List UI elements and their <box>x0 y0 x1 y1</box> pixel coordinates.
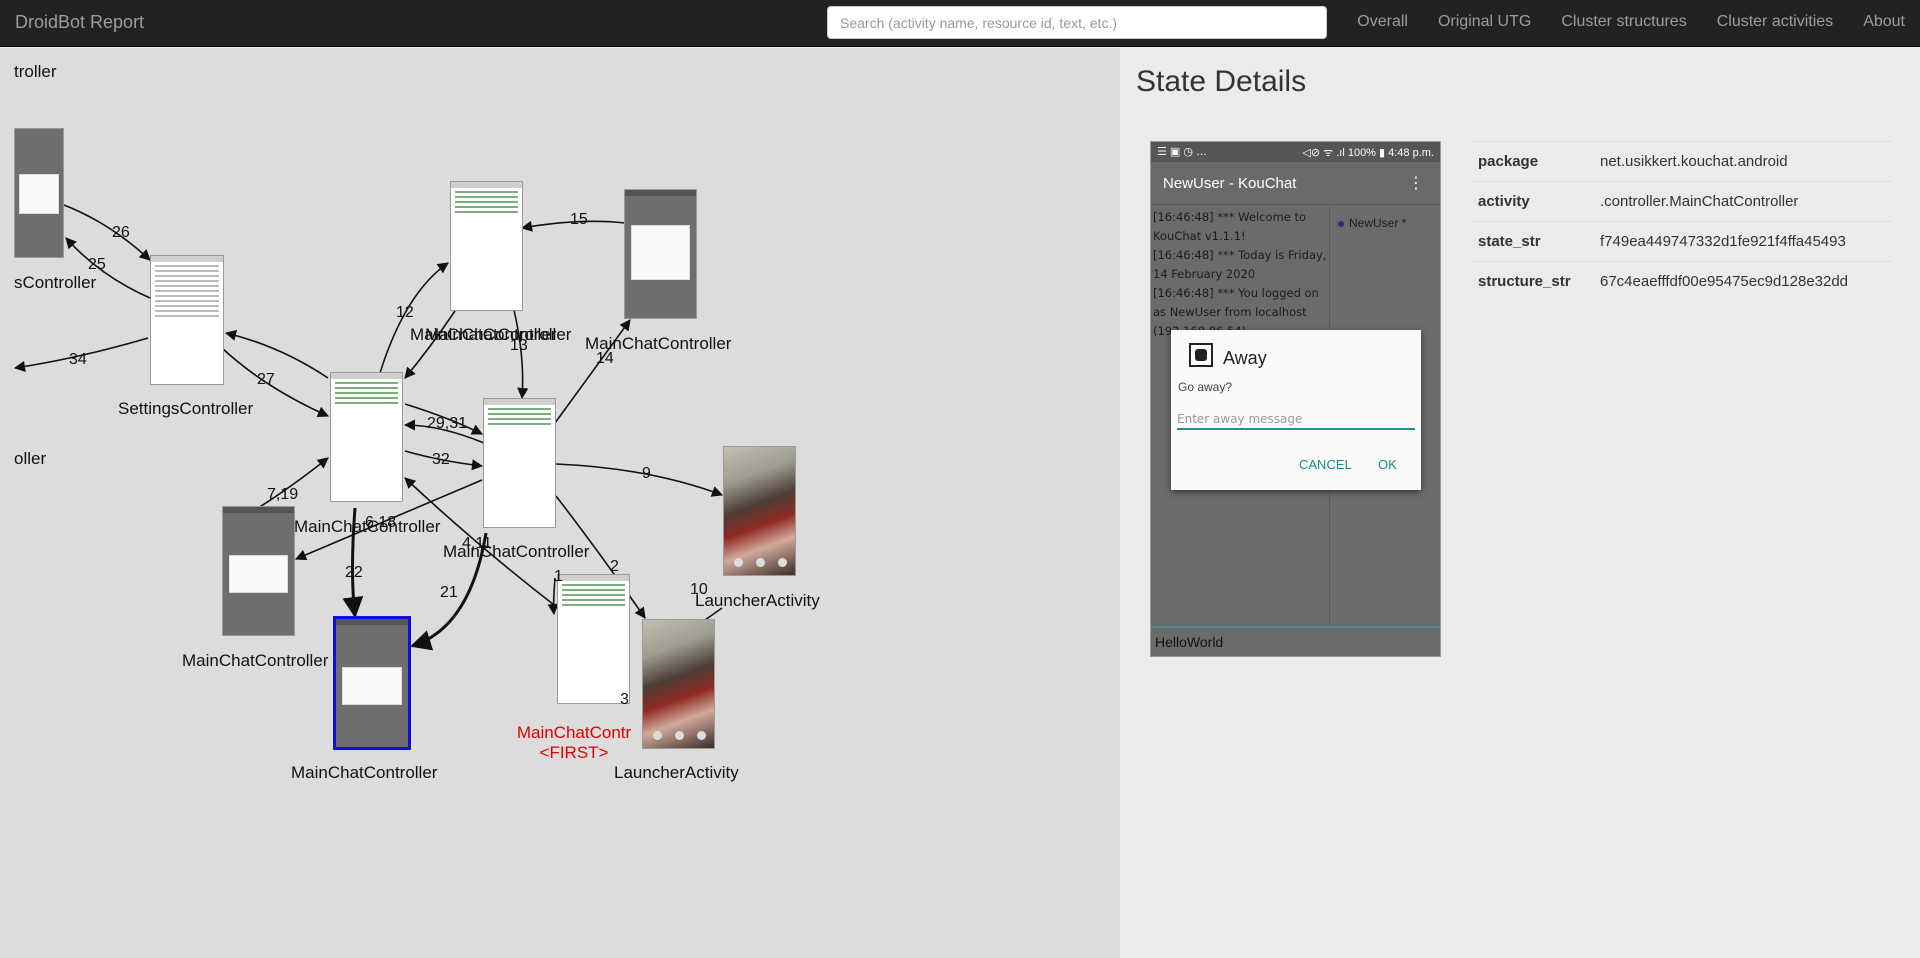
status-icons-left: ☰ ▣ ◷ … <box>1157 146 1208 158</box>
node-screenshot-topleft[interactable] <box>14 128 64 258</box>
edge-label: 7,19 <box>267 486 299 503</box>
edge-label: 1 <box>554 568 563 585</box>
edge-label: 3 <box>620 691 629 708</box>
chat-line: [16:46:48] *** Welcome to <box>1153 210 1306 224</box>
property-key: package <box>1472 141 1594 182</box>
brand-title[interactable]: DroidBot Report <box>15 12 144 33</box>
state-details-panel: State Details ☰ ▣ ◷ … ◁⊘ ᯤ .ıl 100% ▮ 4:… <box>1120 48 1920 958</box>
edge-label: 10 <box>690 581 708 598</box>
chat-line: [16:46:48] *** You logged on <box>1153 286 1319 300</box>
edge-label: 32 <box>432 451 450 468</box>
chat-input-field: HelloWorld <box>1151 626 1440 656</box>
dialog-message: Go away? <box>1178 380 1233 394</box>
edge-label: 29,31 <box>427 415 468 432</box>
state-screenshot: ☰ ▣ ◷ … ◁⊘ ᯤ .ıl 100% ▮ 4:48 p.m. NewUse… <box>1150 141 1441 657</box>
node-label-settings: SettingsController <box>118 399 254 418</box>
node-screenshot-first[interactable] <box>557 574 630 704</box>
node-screenshot-main-top-right[interactable] <box>624 189 697 319</box>
edge-12 <box>379 262 449 374</box>
nav-about[interactable]: About <box>1848 0 1920 47</box>
search-input[interactable] <box>827 6 1327 39</box>
edge-label: 34 <box>69 351 87 368</box>
utg-graph-canvas[interactable]: troller sController oller SettingsContro… <box>0 48 1120 958</box>
edge-label: 26 <box>112 224 130 241</box>
property-value: f749ea449747332d1fe921f4ffa45493 <box>1594 221 1892 262</box>
edge-label: 13 <box>510 337 528 354</box>
node-label-launcher-right: LauncherActivity <box>695 591 820 610</box>
chat-log: [16:46:48] *** Welcome to KouChat v1.1.1… <box>1151 206 1329 343</box>
property-key: state_str <box>1472 221 1594 262</box>
nav-overall[interactable]: Overall <box>1342 0 1423 47</box>
edge-label: 2 <box>610 558 619 575</box>
dialog-ok-button: OK <box>1378 457 1397 472</box>
property-row: activity .controller.MainChatController <box>1472 181 1892 222</box>
edge-settings-back <box>224 329 329 379</box>
node-label-first: MainChatContr <FIRST> <box>505 723 643 763</box>
status-icons-right: ◁⊘ ᯤ .ıl 100% ▮ 4:48 p.m. <box>1302 147 1434 159</box>
node-label-top-left: troller <box>14 62 57 81</box>
edge-9 <box>555 463 724 497</box>
edge-26 <box>63 204 151 261</box>
node-screenshot-settings[interactable] <box>150 255 224 385</box>
property-row: structure_str 67c4eaefffdf00e95475ec9d12… <box>1472 261 1892 302</box>
nav-original-utg[interactable]: Original UTG <box>1423 0 1546 47</box>
navbar: DroidBot Report Overall Original UTG Clu… <box>0 0 1920 47</box>
kouchat-logo-icon <box>1189 343 1213 367</box>
property-row: state_str f749ea449747332d1fe921f4ffa454… <box>1472 221 1892 262</box>
property-key: activity <box>1472 181 1594 222</box>
node-screenshot-main-top[interactable] <box>450 181 523 311</box>
node-label-main-top-overlap: MainChatController <box>410 325 557 344</box>
node-label-first-tag: <FIRST> <box>539 743 609 762</box>
node-label-main-selected: MainChatController <box>291 763 438 782</box>
away-message-input <box>1177 410 1415 430</box>
property-value: .controller.MainChatController <box>1594 181 1892 222</box>
node-screenshot-launcher-bottom[interactable] <box>642 619 715 749</box>
state-details-heading: State Details <box>1136 65 1307 98</box>
edge-label: 12 <box>396 304 414 321</box>
nav-cluster-structures[interactable]: Cluster structures <box>1546 0 1701 47</box>
node-screenshot-main-dialog[interactable] <box>222 506 295 636</box>
node-screenshot-main-left[interactable] <box>330 372 403 502</box>
state-properties-table: package net.usikkert.kouchat.android act… <box>1472 141 1892 302</box>
edge-label: 9 <box>642 465 651 482</box>
edge-label: 6,18 <box>365 514 397 531</box>
device-app-bar: NewUser - KouChat ⋮ <box>1151 162 1440 205</box>
node-label-main-dialog: MainChatController <box>182 651 329 670</box>
node-screenshot-launcher-right[interactable] <box>723 446 796 576</box>
chat-line: KouChat v1.1.1! <box>1153 229 1246 243</box>
user-status-dot-icon <box>1338 221 1344 227</box>
graph-edges <box>13 204 724 659</box>
overflow-menu-icon: ⋮ <box>1408 175 1424 192</box>
chat-line: [16:46:48] *** Today is Friday, <box>1153 248 1327 262</box>
edge-label: 15 <box>570 211 588 228</box>
property-value: 67c4eaefffdf00e95475ec9d128e32dd <box>1594 261 1892 302</box>
nav-links: Overall Original UTG Cluster structures … <box>1342 0 1920 47</box>
edge-label: 4,11 <box>462 535 492 552</box>
chat-line: 14 February 2020 <box>1153 267 1256 281</box>
device-app-title: NewUser - KouChat <box>1163 175 1297 192</box>
node-label-launcher-bottom: LauncherActivity <box>614 763 739 782</box>
property-value: net.usikkert.kouchat.android <box>1594 141 1892 182</box>
node-label-first-name: MainChatContr <box>516 723 632 742</box>
node-screenshot-main-center[interactable] <box>483 398 556 528</box>
device-status-bar: ☰ ▣ ◷ … ◁⊘ ᯤ .ıl 100% ▮ 4:48 p.m. <box>1151 142 1440 162</box>
nav-cluster-activities[interactable]: Cluster activities <box>1702 0 1848 47</box>
edge-label: 25 <box>88 256 106 273</box>
dialog-title: Away <box>1223 348 1267 368</box>
node-label-left-mid: oller <box>14 449 47 468</box>
node-screenshot-selected[interactable] <box>333 616 411 750</box>
edge-label: 21 <box>440 584 458 601</box>
away-dialog: Away Go away? CANCEL OK <box>1171 330 1421 490</box>
property-key: structure_str <box>1472 261 1594 302</box>
edge-label: 22 <box>345 564 363 581</box>
node-label-settings-left: sController <box>14 273 97 292</box>
edge-label: 27 <box>257 371 275 388</box>
chat-line: as NewUser from localhost <box>1153 305 1307 319</box>
edge-label: 14 <box>596 350 614 367</box>
dialog-cancel-button: CANCEL <box>1299 457 1352 472</box>
user-list-item: NewUser * <box>1349 216 1407 230</box>
property-row: package net.usikkert.kouchat.android <box>1472 141 1892 182</box>
